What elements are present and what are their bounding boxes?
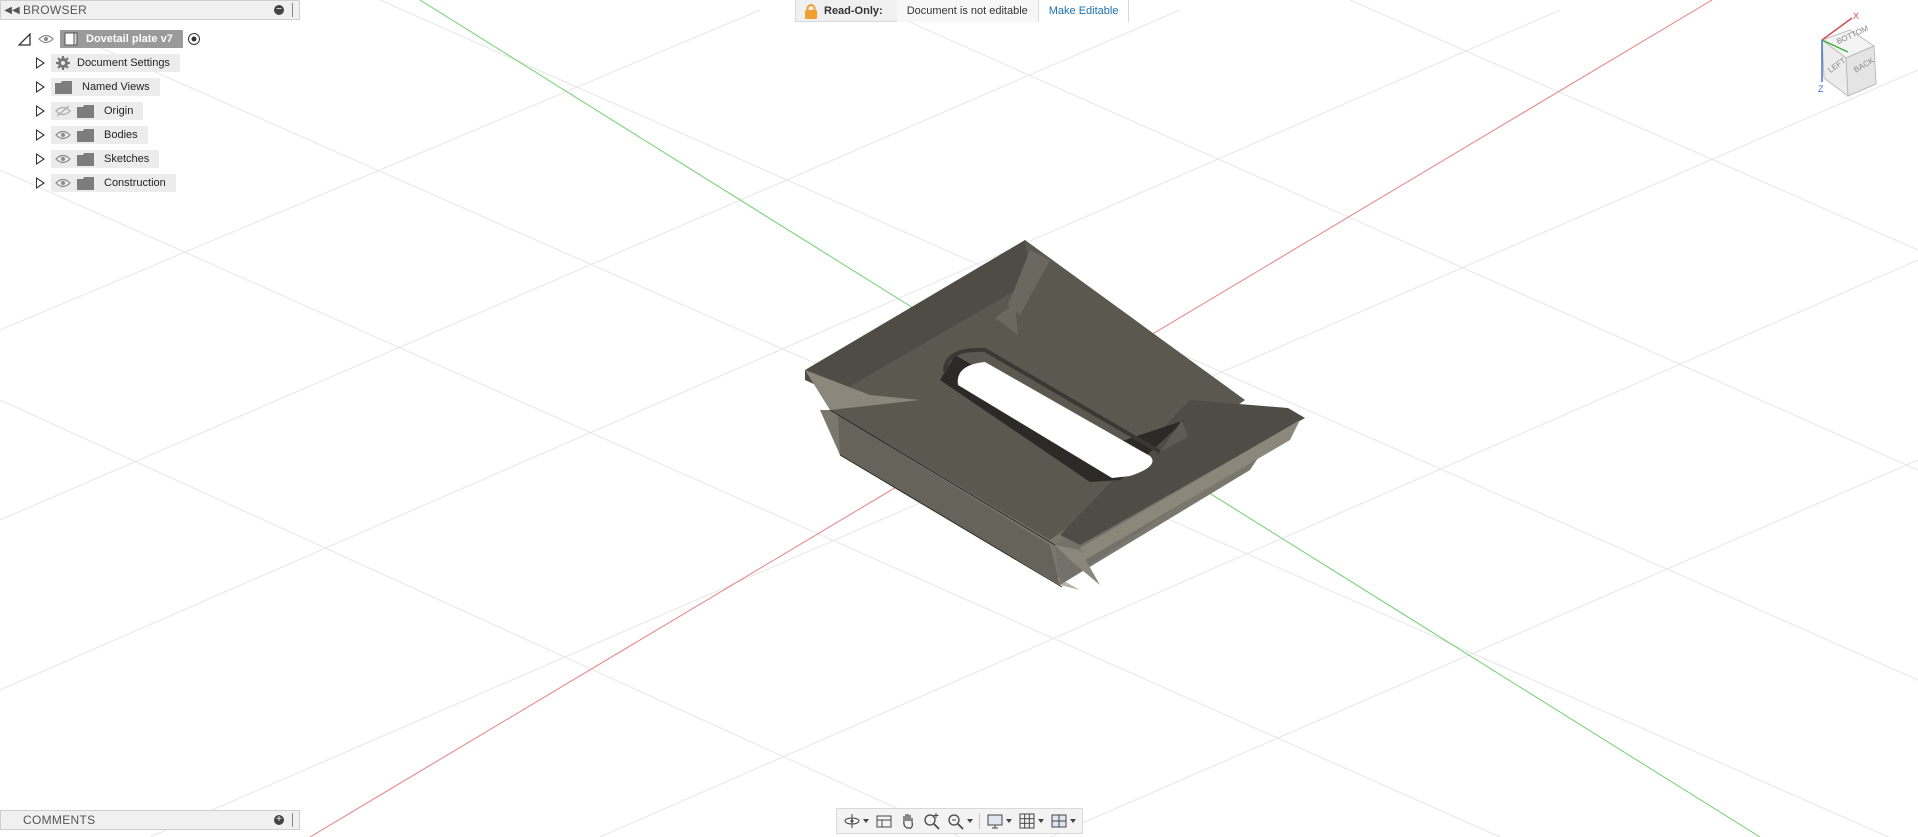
zoom-window-icon — [948, 814, 964, 830]
viewcube-x-label: X — [1853, 11, 1859, 21]
tree-chip[interactable]: Construction — [51, 174, 176, 192]
collapse-icon[interactable]: ◀◀ — [1, 5, 23, 16]
expand-icon[interactable] — [36, 57, 45, 69]
tree-item-label: Named Views — [82, 81, 150, 93]
expand-icon[interactable] — [36, 153, 45, 165]
tree-item-label: Document Settings — [77, 57, 170, 69]
root-label: Dovetail plate v7 — [86, 33, 173, 45]
folder-icon — [77, 128, 94, 142]
panel-grip[interactable] — [292, 3, 295, 17]
navigation-toolbar — [836, 808, 1083, 834]
view-cube[interactable]: BOTTOM LEFT BACK X Z — [1812, 8, 1892, 104]
orbit-tool[interactable] — [841, 811, 871, 831]
tree-chip[interactable]: Bodies — [51, 126, 148, 144]
tree-item-origin[interactable]: Origin — [36, 101, 144, 121]
tree-item-sketches[interactable]: Sketches — [36, 149, 160, 169]
component-icon — [64, 32, 78, 46]
tree-item-label: Sketches — [104, 153, 150, 165]
eye-icon[interactable] — [55, 129, 71, 141]
lock-icon — [805, 3, 817, 19]
expand-icon[interactable] — [36, 177, 45, 189]
component-triangle-icon[interactable] — [18, 32, 31, 46]
look-at-icon — [876, 815, 892, 828]
folder-icon — [77, 176, 94, 190]
expand-icon[interactable] — [36, 129, 45, 141]
look-at-tool[interactable] — [873, 811, 895, 831]
folder-icon — [77, 152, 94, 166]
make-editable-button[interactable]: Make Editable — [1037, 0, 1129, 22]
readonly-label: Read-Only: — [824, 4, 883, 17]
dovetail-plate-body[interactable] — [805, 240, 1305, 590]
chevron-down-icon[interactable] — [1038, 819, 1044, 823]
add-comment-icon[interactable]: + — [274, 815, 284, 825]
chevron-down-icon[interactable] — [1006, 819, 1012, 823]
expand-icon[interactable] — [36, 81, 45, 93]
root-component-chip[interactable]: Dovetail plate v7 — [60, 30, 183, 48]
tree-item-named-views[interactable]: Named Views — [36, 77, 160, 97]
tree-item-label: Origin — [104, 105, 134, 117]
viewports-icon — [1051, 814, 1067, 828]
viewports-tool[interactable] — [1048, 811, 1078, 831]
tree-chip[interactable]: Document Settings — [51, 54, 180, 72]
minimize-icon[interactable]: − — [274, 5, 284, 15]
tree-item-document-settings[interactable]: Document Settings — [36, 53, 180, 73]
panel-grip[interactable] — [292, 813, 295, 827]
tree-root[interactable]: Dovetail plate v7 — [18, 29, 201, 49]
zoom-window-tool[interactable] — [945, 811, 975, 831]
comments-title: COMMENTS — [23, 813, 96, 827]
activate-radio-icon[interactable] — [187, 32, 201, 46]
toolbar-separator — [979, 813, 980, 829]
chevron-down-icon[interactable] — [967, 819, 973, 823]
tree-chip[interactable]: Sketches — [51, 150, 160, 168]
orbit-icon — [844, 814, 860, 828]
eye-icon[interactable] — [55, 153, 71, 165]
grid-icon — [1019, 813, 1035, 829]
3d-viewport[interactable] — [0, 0, 1918, 837]
expand-icon[interactable] — [36, 105, 45, 117]
readonly-message: Document is not editable — [896, 0, 1038, 22]
eye-icon[interactable] — [38, 33, 54, 45]
folder-icon — [55, 80, 72, 94]
comments-panel-header: COMMENTS + — [0, 810, 300, 830]
eye-hidden-icon[interactable] — [55, 105, 71, 117]
eye-icon[interactable] — [55, 177, 71, 189]
pan-icon — [903, 814, 913, 829]
browser-panel-header: ◀◀ BROWSER − — [0, 0, 300, 20]
zoom-icon — [924, 813, 940, 830]
tree-item-label: Construction — [104, 177, 166, 189]
gear-icon — [56, 56, 70, 70]
chevron-down-icon[interactable] — [863, 819, 869, 823]
pan-tool[interactable] — [897, 811, 919, 831]
tree-item-construction[interactable]: Construction — [36, 173, 176, 193]
display-settings-tool[interactable] — [984, 811, 1014, 831]
grid-tool[interactable] — [1016, 811, 1046, 831]
browser-title: BROWSER — [23, 3, 88, 17]
tree-chip[interactable]: Origin — [51, 102, 144, 120]
zoom-tool[interactable] — [921, 811, 943, 831]
tree-chip[interactable]: Named Views — [51, 78, 160, 96]
chevron-down-icon[interactable] — [1070, 819, 1076, 823]
display-settings-icon — [987, 814, 1003, 829]
viewcube-z-label: Z — [1818, 84, 1824, 94]
folder-icon — [77, 104, 94, 118]
tree-item-label: Bodies — [104, 129, 138, 141]
readonly-banner: Read-Only: Document is not editable Make… — [795, 0, 1130, 22]
tree-item-bodies[interactable]: Bodies — [36, 125, 148, 145]
